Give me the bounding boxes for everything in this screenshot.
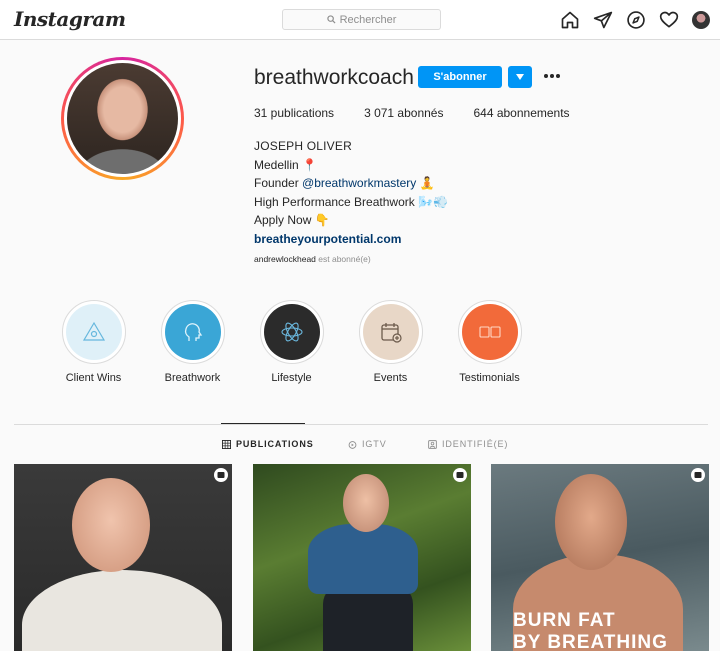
post-thumbnail[interactable]: BURN FAT BY BREATHING: [491, 464, 709, 651]
suggested-dropdown-button[interactable]: [508, 66, 532, 88]
tabs-divider: [14, 424, 708, 425]
bio-line-cta: Apply Now 👇: [254, 213, 330, 227]
search-input[interactable]: Rechercher: [282, 9, 441, 30]
tagged-user-icon: [428, 439, 437, 449]
post-overlay-text: BURN FAT BY BREATHING: [513, 610, 668, 651]
dot-icon: [544, 74, 548, 78]
search-placeholder: Rechercher: [339, 13, 397, 26]
reel-icon: [691, 468, 705, 482]
tab-publications[interactable]: PUBLICATIONS: [222, 439, 314, 449]
post-thumbnail[interactable]: [253, 464, 471, 651]
highlight-client-wins[interactable]: Client Wins: [44, 300, 143, 384]
profile-photo: [67, 63, 178, 174]
grid-icon: [222, 439, 231, 449]
website-link[interactable]: breatheyourpotential.com: [254, 230, 448, 249]
explore-icon[interactable]: [626, 10, 646, 30]
active-tab-indicator: [221, 423, 305, 424]
igtv-icon: [348, 440, 357, 449]
direct-icon[interactable]: [593, 10, 613, 30]
highlight-lifestyle[interactable]: Lifestyle: [242, 300, 341, 384]
highlight-events[interactable]: Events: [341, 300, 440, 384]
home-icon[interactable]: [560, 10, 580, 30]
dot-icon: [550, 74, 554, 78]
story-highlights: Client Wins Breathwork Lifestyle Events: [44, 300, 539, 384]
profile-avatar-icon[interactable]: [692, 11, 710, 29]
calendar-add-icon: [380, 323, 402, 343]
head-profile-icon: [184, 323, 202, 341]
nav-icons: [560, 10, 710, 30]
highlight-testimonials[interactable]: Testimonials: [440, 300, 539, 384]
profile-bio: JOSEPH OLIVER Medellin 📍 Founder @breath…: [254, 137, 448, 248]
following-count[interactable]: 644 abonnements: [473, 106, 569, 120]
follow-button[interactable]: S'abonner: [418, 66, 502, 88]
followers-count[interactable]: 3 071 abonnés: [364, 106, 443, 120]
chevron-down-icon: [516, 74, 524, 80]
post-thumbnail[interactable]: [14, 464, 232, 651]
top-navigation-bar: Instagram Rechercher: [0, 0, 720, 40]
mention-link[interactable]: @breathworkmastery: [302, 176, 416, 190]
full-name: JOSEPH OLIVER: [254, 139, 352, 153]
bio-line-tagline: High Performance Breathwork 🌬️💨: [254, 194, 448, 209]
profile-avatar[interactable]: [61, 57, 184, 180]
heart-icon[interactable]: [659, 10, 679, 30]
profile-stats: 31 publications 3 071 abonnés 644 abonne…: [254, 106, 600, 120]
triangle-eye-icon: [82, 321, 105, 341]
profile-username: breathworkcoach: [254, 66, 414, 89]
highlight-breathwork[interactable]: Breathwork: [143, 300, 242, 384]
followed-by-text[interactable]: andrewlockhead est abonné(e): [254, 254, 371, 264]
instagram-logo[interactable]: Instagram: [14, 7, 126, 31]
reel-icon: [453, 468, 467, 482]
dot-icon: [556, 74, 560, 78]
posts-count: 31 publications: [254, 106, 335, 120]
atom-icon: [280, 322, 303, 342]
bio-line-location: Medellin 📍: [254, 157, 317, 172]
reel-icon: [214, 468, 228, 482]
search-icon: [326, 15, 336, 24]
quote-icon: [478, 326, 501, 338]
bio-line-founder: Founder @breathworkmastery 🧘: [254, 176, 435, 190]
tab-igtv[interactable]: IGTV: [348, 439, 387, 449]
tab-tagged[interactable]: IDENTIFIÉ(E): [428, 439, 508, 449]
more-options-button[interactable]: [542, 68, 562, 84]
